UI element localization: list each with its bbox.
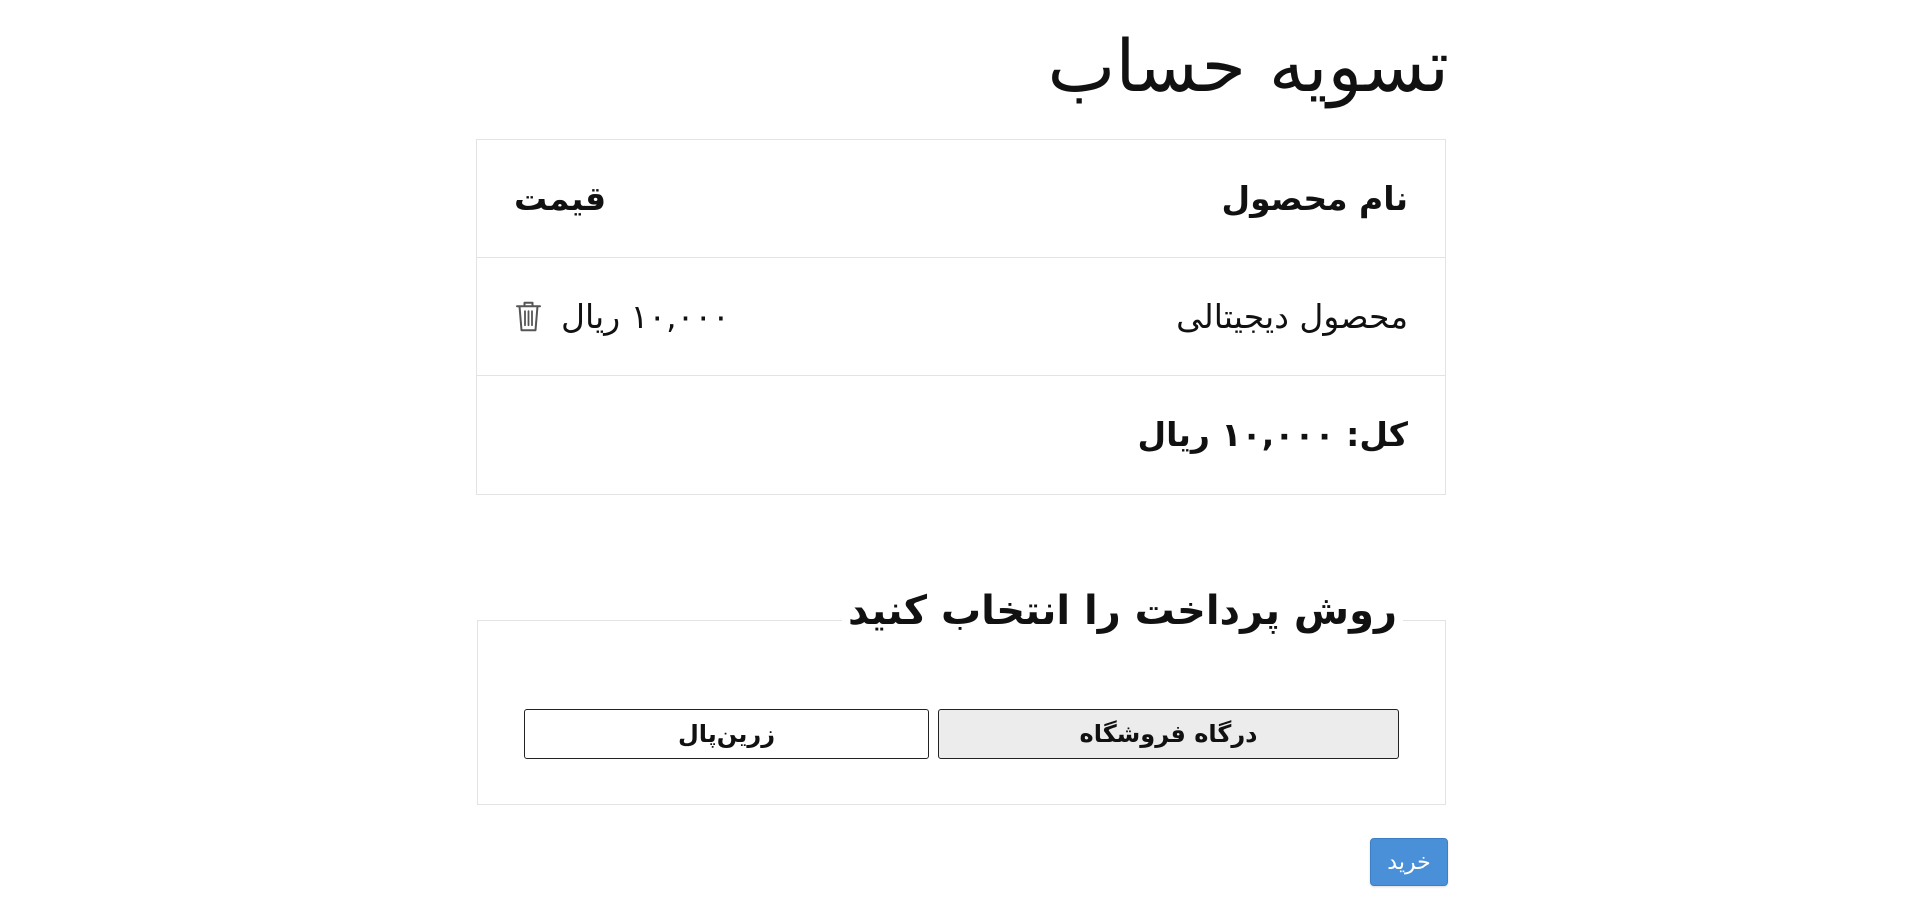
page-title: تسویه حساب [1047, 24, 1449, 108]
payment-method-legend: روش پرداخت را انتخاب کنید [842, 585, 1403, 637]
product-name: محصول دیجیتالی [1176, 296, 1408, 336]
payment-method-fieldset: روش پرداخت را انتخاب کنید درگاه فروشگاه … [477, 585, 1446, 805]
price-header: قیمت [514, 178, 607, 218]
trash-icon[interactable] [514, 300, 543, 334]
checkout-page: تسویه حساب نام محصول قیمت محصول دیجیتالی… [0, 0, 1920, 913]
buy-button[interactable]: خرید [1370, 838, 1448, 886]
cart-total-row: کل: ۱۰,۰۰۰ ریال [477, 376, 1445, 494]
cart-total: کل: ۱۰,۰۰۰ ریال [1137, 415, 1409, 455]
payment-zarinpal-button[interactable]: زرین‌پال [524, 709, 929, 759]
product-name-header: نام محصول [1221, 178, 1408, 218]
product-price: ۱۰,۰۰۰ ریال [561, 296, 730, 336]
cart-table: نام محصول قیمت محصول دیجیتالی ۱۰,۰۰۰ ریا… [476, 139, 1446, 495]
cart-item-row: محصول دیجیتالی ۱۰,۰۰۰ ریال [477, 258, 1445, 376]
cart-header-row: نام محصول قیمت [477, 140, 1445, 258]
product-price-cell: ۱۰,۰۰۰ ریال [514, 297, 730, 337]
payment-store-gateway-button[interactable]: درگاه فروشگاه [938, 709, 1399, 759]
